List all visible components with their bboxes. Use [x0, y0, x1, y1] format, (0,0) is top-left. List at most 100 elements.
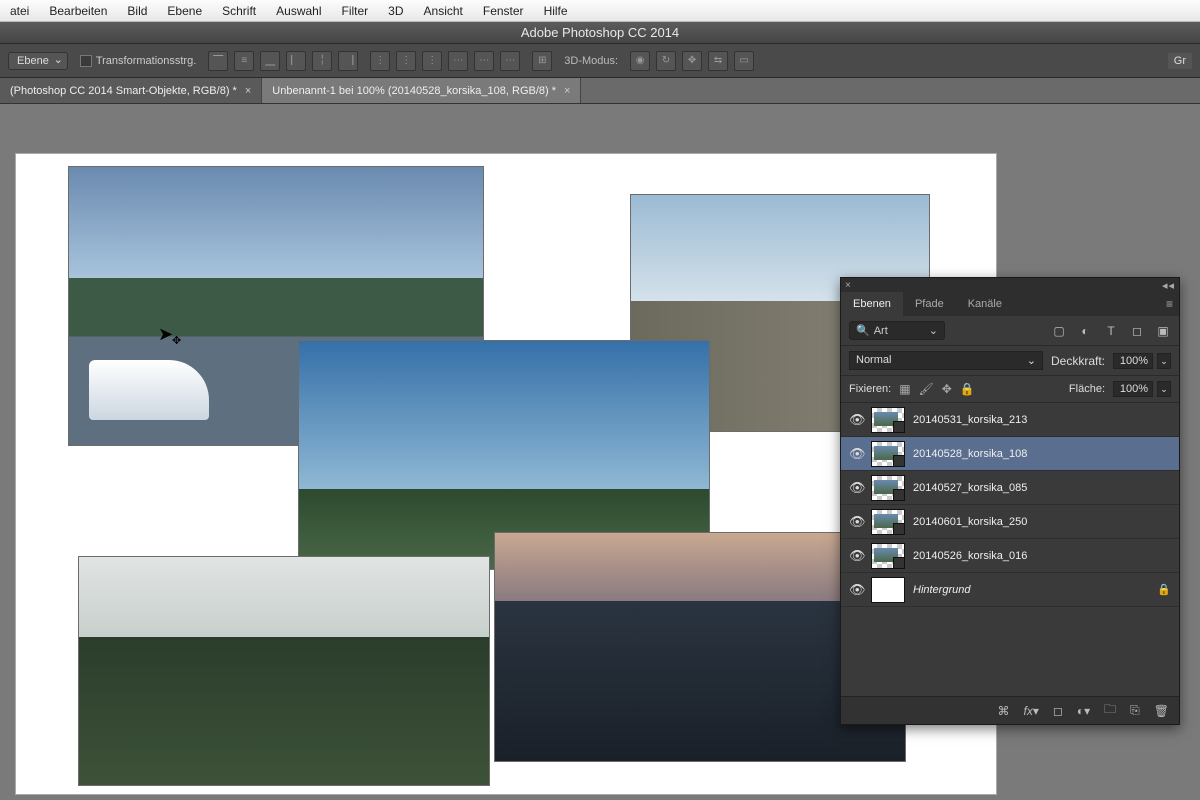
os-menu-filter[interactable]: Filter — [342, 4, 369, 18]
dist-2-icon[interactable]: ⋮ — [396, 51, 416, 71]
visibility-icon[interactable]: 👁 — [849, 548, 863, 564]
panel-menu-icon[interactable]: ≡ — [1160, 292, 1179, 316]
opacity-label: Deckkraft: — [1051, 354, 1105, 368]
lock-position-icon[interactable]: ✥ — [942, 382, 952, 396]
align-icons-group: ⎺ ≡ ⎽ ⎸ ╎ ⎹ — [208, 51, 358, 71]
adjustment-layer-icon[interactable]: ◐▾ — [1077, 704, 1090, 718]
mode-3d-icons: ◉ ↻ ✥ ⇆ ▭ — [630, 51, 754, 71]
panel-close-icon[interactable]: × — [845, 280, 851, 291]
auto-align-icon[interactable]: ⊞ — [532, 51, 552, 71]
lock-icon: 🔒 — [1157, 583, 1171, 596]
panel-collapse-icon[interactable]: ◂◂ — [1162, 279, 1175, 292]
placed-image-4[interactable] — [78, 556, 490, 786]
layer-name[interactable]: 20140526_korsika_016 — [913, 550, 1171, 562]
document-tab[interactable]: (Photoshop CC 2014 Smart-Objekte, RGB/8)… — [0, 78, 262, 103]
opacity-field[interactable]: 100% — [1113, 353, 1153, 369]
fill-field[interactable]: 100% — [1113, 381, 1153, 397]
layer-name[interactable]: Hintergrund — [913, 584, 1149, 596]
lock-all-icon[interactable]: 🔒 — [960, 382, 975, 396]
options-bar: Ebene Transformationsstrg. ⎺ ≡ ⎽ ⎸ ╎ ⎹ ⋮… — [0, 44, 1200, 78]
layer-fx-icon[interactable]: fx▾ — [1024, 704, 1039, 718]
align-bottom-icon[interactable]: ⎽ — [260, 51, 280, 71]
slide-icon[interactable]: ⇆ — [708, 51, 728, 71]
os-menu-hilfe[interactable]: Hilfe — [544, 4, 568, 18]
layer-name[interactable]: 20140531_korsika_213 — [913, 414, 1171, 426]
layer-mask-icon[interactable]: ◻ — [1053, 704, 1063, 718]
align-top-icon[interactable]: ⎺ — [208, 51, 228, 71]
roll-icon[interactable]: ↻ — [656, 51, 676, 71]
dist-6-icon[interactable]: ⋯ — [500, 51, 520, 71]
os-menu-auswahl[interactable]: Auswahl — [276, 4, 321, 18]
os-menu-ansicht[interactable]: Ansicht — [424, 4, 463, 18]
new-layer-icon[interactable]: ⎘ — [1130, 703, 1140, 718]
dist-5-icon[interactable]: ⋯ — [474, 51, 494, 71]
layers-panel: × ◂◂ EbenenPfadeKanäle≡ 🔍 Art ⌄ ▢ ◐ T ◻ … — [840, 277, 1180, 725]
os-menu-bearbeiten[interactable]: Bearbeiten — [49, 4, 107, 18]
filter-shape-icon[interactable]: ◻ — [1129, 323, 1145, 339]
panel-tab-ebenen[interactable]: Ebenen — [841, 292, 903, 316]
align-vcenter-icon[interactable]: ≡ — [234, 51, 254, 71]
lock-transparency-icon[interactable]: ▦ — [899, 382, 910, 396]
layer-name[interactable]: 20140601_korsika_250 — [913, 516, 1171, 528]
transform-controls-checkbox[interactable]: Transformationsstrg. — [80, 55, 196, 67]
os-menu-fenster[interactable]: Fenster — [483, 4, 524, 18]
os-menu-schrift[interactable]: Schrift — [222, 4, 256, 18]
filter-adjust-icon[interactable]: ◐ — [1077, 323, 1093, 339]
align-left-icon[interactable]: ⎸ — [286, 51, 306, 71]
os-menu-atei[interactable]: atei — [10, 4, 29, 18]
filter-type-icon[interactable]: T — [1103, 323, 1119, 339]
dist-4-icon[interactable]: ⋯ — [448, 51, 468, 71]
opacity-dropdown-icon[interactable]: ⌄ — [1157, 353, 1171, 369]
layer-row[interactable]: 👁 20140526_korsika_016 — [841, 539, 1179, 573]
tab-close-icon[interactable]: × — [245, 85, 251, 97]
fill-label: Fläche: — [1069, 383, 1105, 395]
mode-3d-label: 3D-Modus: — [564, 55, 618, 67]
target-layer-select[interactable]: Ebene — [8, 52, 68, 70]
align-hcenter-icon[interactable]: ╎ — [312, 51, 332, 71]
lock-label: Fixieren: — [849, 383, 891, 395]
layer-row[interactable]: 👁 20140601_korsika_250 — [841, 505, 1179, 539]
fill-dropdown-icon[interactable]: ⌄ — [1157, 381, 1171, 397]
layer-name[interactable]: 20140527_korsika_085 — [913, 482, 1171, 494]
dist-3-icon[interactable]: ⋮ — [422, 51, 442, 71]
visibility-icon[interactable]: 👁 — [849, 412, 863, 428]
align-right-icon[interactable]: ⎹ — [338, 51, 358, 71]
layer-name[interactable]: 20140528_korsika_108 — [913, 448, 1171, 460]
tab-close-icon[interactable]: × — [564, 85, 570, 97]
distribute-icons-group: ⋮ ⋮ ⋮ ⋯ ⋯ ⋯ — [370, 51, 520, 71]
zoom-3d-icon[interactable]: ▭ — [734, 51, 754, 71]
orbit-icon[interactable]: ◉ — [630, 51, 650, 71]
panel-footer: ⌘ fx▾ ◻ ◐▾ 🗀 ⎘ 🗑 — [841, 696, 1179, 724]
layer-row[interactable]: 👁 Hintergrund 🔒 — [841, 573, 1179, 607]
delete-layer-icon[interactable]: 🗑 — [1154, 704, 1169, 718]
visibility-icon[interactable]: 👁 — [849, 480, 863, 496]
workspace-button[interactable]: Gr — [1168, 53, 1192, 69]
os-menubar: atei Bearbeiten Bild Ebene Schrift Auswahl Fil… — [0, 0, 1200, 22]
panel-tabs: EbenenPfadeKanäle ≡ — [841, 292, 1179, 316]
os-menu-bild[interactable]: Bild — [127, 4, 147, 18]
app-titlebar: Adobe Photoshop CC 2014 — [0, 22, 1200, 44]
document-tab[interactable]: Unbenannt-1 bei 100% (20140528_korsika_1… — [262, 78, 581, 103]
layer-row[interactable]: 👁 20140531_korsika_213 — [841, 403, 1179, 437]
work-area: ➤✥ × ◂◂ EbenenPfadeKanäle≡ 🔍 Art ⌄ ▢ ◐ T… — [0, 104, 1200, 800]
panel-tab-pfade[interactable]: Pfade — [903, 292, 956, 316]
filter-pixel-icon[interactable]: ▢ — [1051, 323, 1067, 339]
layer-row[interactable]: 👁 20140528_korsika_108 — [841, 437, 1179, 471]
blend-mode-select[interactable]: Normal⌄ — [849, 351, 1043, 370]
pan-icon[interactable]: ✥ — [682, 51, 702, 71]
visibility-icon[interactable]: 👁 — [849, 514, 863, 530]
os-menu-ebene[interactable]: Ebene — [167, 4, 202, 18]
filter-smart-icon[interactable]: ▣ — [1155, 323, 1171, 339]
dist-1-icon[interactable]: ⋮ — [370, 51, 390, 71]
layer-filter-select[interactable]: 🔍 Art ⌄ — [849, 321, 945, 340]
link-layers-icon[interactable]: ⌘ — [998, 704, 1010, 718]
layer-row[interactable]: 👁 20140527_korsika_085 — [841, 471, 1179, 505]
panel-tab-kanäle[interactable]: Kanäle — [956, 292, 1014, 316]
lock-pixels-icon[interactable]: 🖌 — [919, 382, 934, 396]
document-tabs: (Photoshop CC 2014 Smart-Objekte, RGB/8)… — [0, 78, 1200, 104]
visibility-icon[interactable]: 👁 — [849, 446, 863, 462]
os-menu-3d[interactable]: 3D — [388, 4, 403, 18]
layer-group-icon[interactable]: 🗀 — [1104, 700, 1116, 721]
layers-list: 👁 20140531_korsika_213 👁 20140528_korsika_1… — [841, 403, 1179, 696]
visibility-icon[interactable]: 👁 — [849, 582, 863, 598]
